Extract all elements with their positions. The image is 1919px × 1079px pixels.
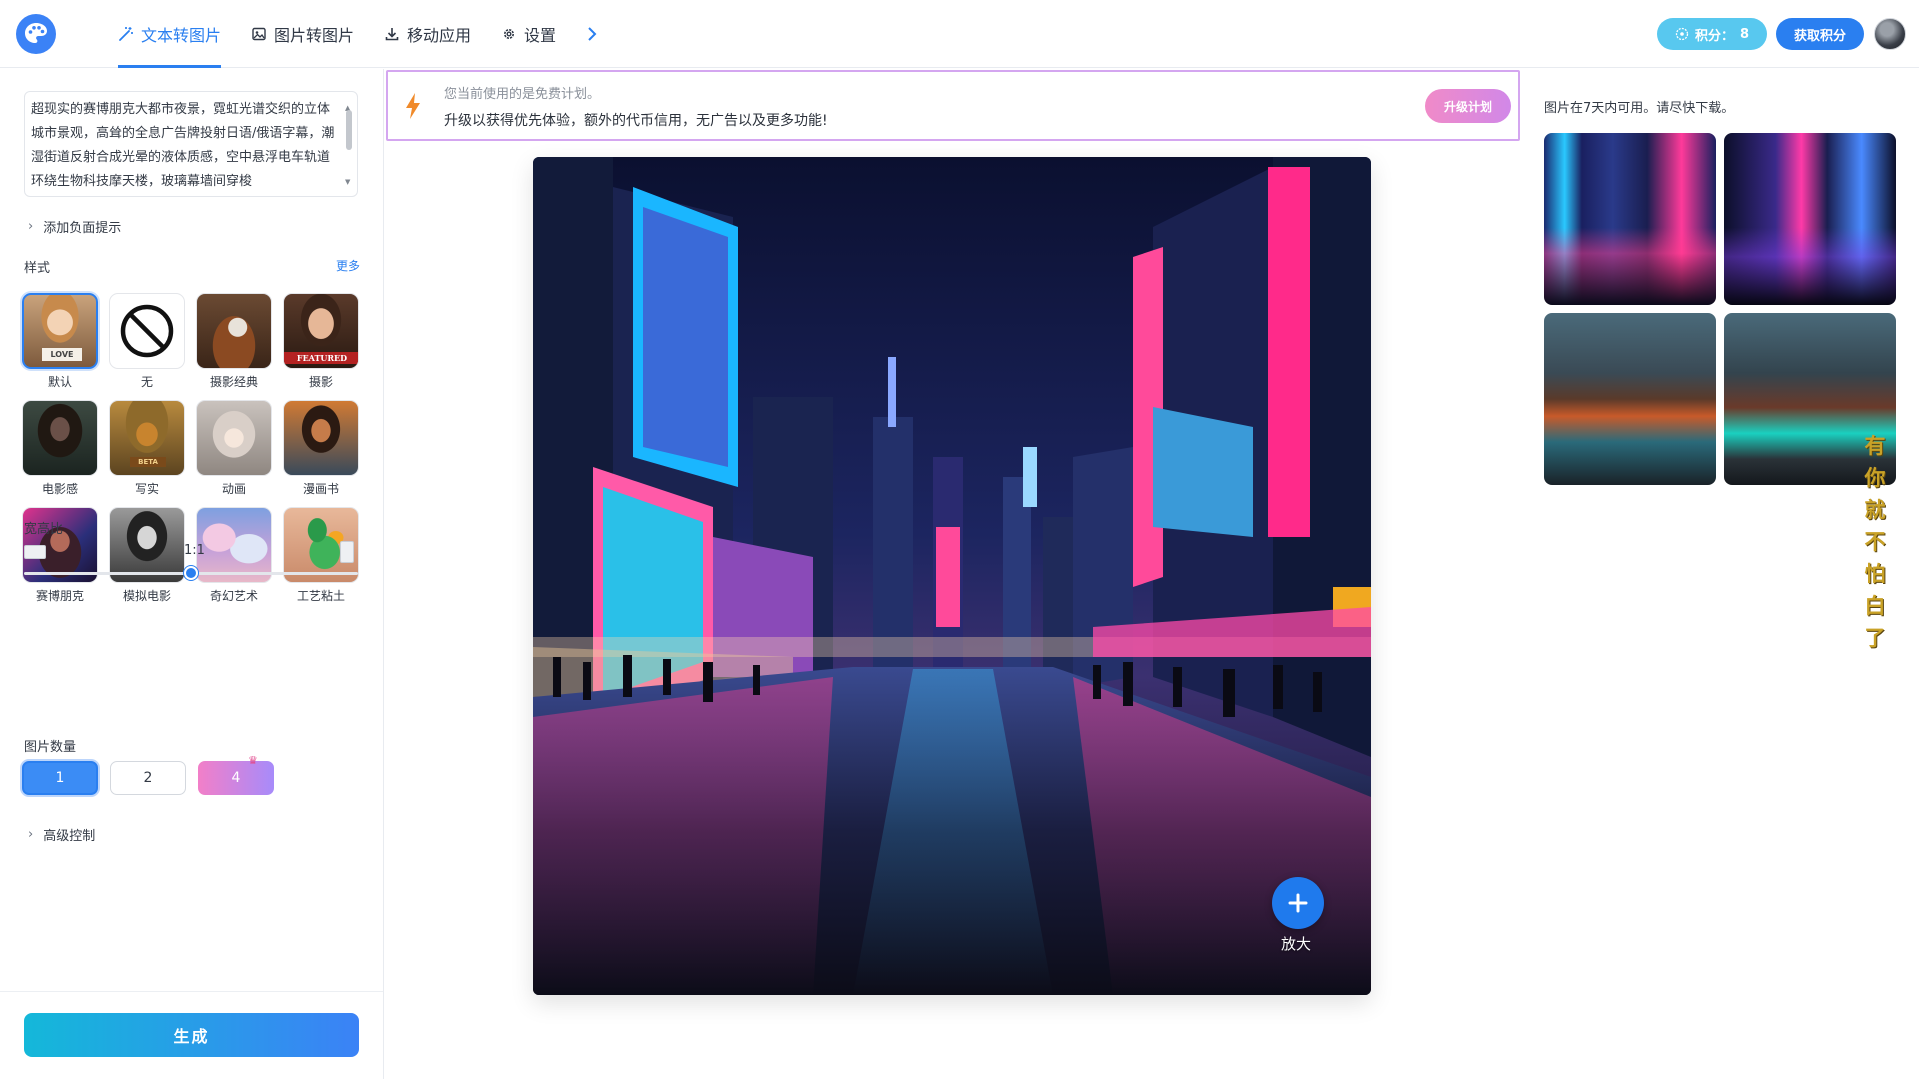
aspect-ratio-title: 宽高比 <box>24 522 64 537</box>
main-canvas-area: 您当前使用的是免费计划。 升级以获得优先体验，额外的代币信用，无广告以及更多功能… <box>385 69 1521 1079</box>
style-label: 摄影经典 <box>209 375 258 389</box>
style-thumbnail <box>196 293 272 369</box>
no-style-prohibited-icon <box>120 304 174 358</box>
aspect-ratio-slider[interactable] <box>24 566 358 580</box>
nav-scroll-chevron-right-icon[interactable] <box>586 0 598 68</box>
promo-line-2: 升级以获得优先体验，额外的代币信用，无广告以及更多功能! <box>444 113 828 129</box>
main-nav: 文本转图片 图片转图片 移动应用 设置 <box>118 0 598 68</box>
promo-line-1: 您当前使用的是免费计划。 <box>444 87 601 102</box>
style-label: 默认 <box>47 375 72 389</box>
free-plan-banner: 您当前使用的是免费计划。 升级以获得优先体验，额外的代币信用，无广告以及更多功能… <box>386 70 1520 141</box>
history-thumbnail[interactable] <box>1544 133 1716 305</box>
image-icon <box>252 27 266 41</box>
style-thumbnail <box>22 400 98 476</box>
featured-banner: FEATURED <box>284 352 358 364</box>
download-icon <box>385 28 399 41</box>
style-thumbnail: LOVE <box>22 293 98 369</box>
points-label: 积分： <box>1694 28 1734 44</box>
love-sign: LOVE <box>42 348 82 361</box>
history-grid <box>1544 133 1896 485</box>
style-label: 奇幻艺术 <box>209 589 258 603</box>
upgrade-plan-button[interactable]: 升级计划 <box>1425 89 1511 123</box>
coin-icon <box>1675 27 1689 41</box>
style-option-comic-book[interactable]: 漫画书 <box>283 400 359 497</box>
tab-label: 设置 <box>524 26 557 45</box>
advanced-controls-toggle[interactable]: › 高级控制 <box>28 825 95 844</box>
chevron-right-icon: › <box>28 219 34 234</box>
left-panel: 超现实的赛博朋克大都市夜景，霓虹光谱交织的立体城市景观，高耸的全息广告牌投射日语… <box>0 69 384 1079</box>
style-thumbnail: FEATURED <box>283 293 359 369</box>
zoom-in-button[interactable] <box>1272 877 1324 929</box>
prompt-input[interactable]: 超现实的赛博朋克大都市夜景，霓虹光谱交织的立体城市景观，高耸的全息广告牌投射日语… <box>24 91 358 197</box>
style-thumbnail: BETA <box>109 400 185 476</box>
magic-wand-icon <box>119 27 133 41</box>
style-label: 赛博朋克 <box>35 589 84 603</box>
availability-note: 图片在7天内可用。请尽快下载。 <box>1544 101 1735 116</box>
image-count-options: 1 2 4 ♛ <box>22 754 274 795</box>
style-label: 模拟电影 <box>122 589 171 603</box>
tab-label: 移动应用 <box>407 26 472 45</box>
plus-icon <box>1288 893 1308 913</box>
style-label: 无 <box>140 375 153 389</box>
style-label: 写实 <box>134 482 159 496</box>
style-thumbnail <box>283 400 359 476</box>
style-thumbnail <box>196 400 272 476</box>
slider-knob[interactable] <box>184 566 198 580</box>
aspect-ratio-value: 1:1 <box>184 543 205 558</box>
tab-image-to-image[interactable]: 图片转图片 <box>251 0 354 68</box>
portrait-ratio-icon[interactable] <box>340 541 354 563</box>
image-count-title: 图片数量 <box>24 740 77 755</box>
generated-image[interactable] <box>533 157 1371 995</box>
style-option-classic-photography[interactable]: 摄影经典 <box>196 293 272 390</box>
style-label: 摄影 <box>308 375 333 389</box>
tab-label: 图片转图片 <box>274 26 355 45</box>
landscape-ratio-icon[interactable] <box>24 545 46 559</box>
style-label: 漫画书 <box>302 482 339 496</box>
style-option-realistic[interactable]: BETA 写实 <box>109 400 185 497</box>
palette-logo-icon[interactable] <box>16 14 56 54</box>
count-option-2[interactable]: 2 <box>110 761 186 795</box>
history-thumbnail[interactable] <box>1724 133 1896 305</box>
style-thumbnail <box>109 293 185 369</box>
more-styles-link[interactable]: 更多 <box>336 257 360 274</box>
prompt-scrollbar[interactable]: ▲ ▼ <box>344 100 354 190</box>
beta-badge: BETA <box>130 457 166 467</box>
negative-prompt-label: 添加负面提示 <box>43 221 122 236</box>
style-option-photography[interactable]: FEATURED 摄影 <box>283 293 359 390</box>
style-label: 工艺粘土 <box>296 589 345 603</box>
count-option-4[interactable]: 4 ♛ <box>198 754 274 795</box>
generate-button[interactable]: 生成 <box>24 1013 359 1057</box>
floating-vertical-text: 有你就不怕白了 <box>1864 433 1886 650</box>
lightning-icon <box>406 93 420 119</box>
style-label: 动画 <box>221 482 246 496</box>
gear-icon <box>504 29 515 39</box>
zoom-label: 放大 <box>1281 935 1312 953</box>
crown-icon: ♛ <box>248 754 258 767</box>
chevron-right-icon: › <box>28 827 34 842</box>
aspect-ratio-row: 1:1 <box>24 540 358 564</box>
history-thumbnail[interactable] <box>1544 313 1716 485</box>
style-option-none[interactable]: 无 <box>109 293 185 390</box>
tab-label: 文本转图片 <box>141 26 222 45</box>
tab-settings[interactable]: 设置 <box>501 0 556 68</box>
style-label: 电影感 <box>41 482 78 496</box>
count-value: 4 <box>231 770 241 786</box>
top-bar: 文本转图片 图片转图片 移动应用 设置 积分： 8 获取积分 <box>0 0 1919 68</box>
style-option-cinematic[interactable]: 电影感 <box>22 400 98 497</box>
get-points-button[interactable]: 获取积分 <box>1776 18 1864 50</box>
tab-text-to-image[interactable]: 文本转图片 <box>118 0 222 68</box>
points-badge: 积分： 8 <box>1657 18 1767 50</box>
style-option-anime[interactable]: 动画 <box>196 400 272 497</box>
add-negative-prompt-toggle[interactable]: › 添加负面提示 <box>28 217 121 236</box>
points-value: 8 <box>1739 26 1750 42</box>
advanced-controls-label: 高级控制 <box>43 829 96 844</box>
user-avatar[interactable] <box>1874 18 1906 50</box>
count-option-1[interactable]: 1 <box>22 761 98 795</box>
divider <box>0 991 383 992</box>
tab-mobile-app[interactable]: 移动应用 <box>384 0 471 68</box>
styles-title: 样式 <box>24 261 51 276</box>
style-option-default[interactable]: LOVE 默认 <box>22 293 98 390</box>
prompt-text: 超现实的赛博朋克大都市夜景，霓虹光谱交织的立体城市景观，高耸的全息广告牌投射日语… <box>31 102 335 189</box>
scroll-down-icon[interactable]: ▼ <box>345 170 350 194</box>
